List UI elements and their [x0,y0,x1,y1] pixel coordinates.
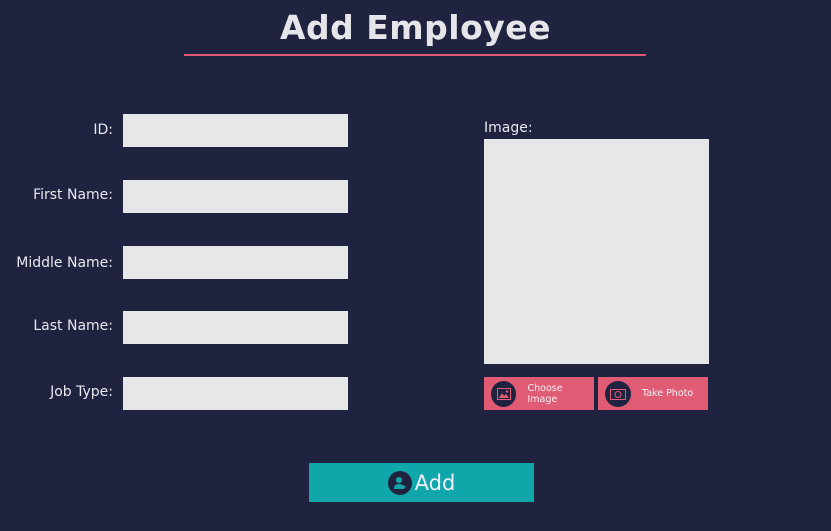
last-name-input[interactable] [123,311,348,344]
middle-name-label: Middle Name: [16,255,113,271]
id-input[interactable] [123,114,348,147]
camera-icon [605,380,631,407]
job-type-label: Job Type: [50,384,113,400]
add-button[interactable]: Add [309,463,534,502]
add-label: Add [414,470,456,495]
last-name-label: Last Name: [33,318,113,334]
take-photo-button[interactable]: Take Photo [598,377,708,410]
first-name-input[interactable] [123,180,348,213]
image-icon [491,380,517,407]
page-title: Add Employee [279,8,552,47]
take-photo-label: Take Photo [642,388,694,399]
title-underline [184,54,646,56]
image-label: Image: [484,120,533,136]
middle-name-input[interactable] [123,246,348,279]
image-preview [484,139,709,364]
id-label: ID: [93,122,113,138]
add-user-icon [387,470,412,495]
choose-image-label: Choose Image [527,382,563,405]
choose-image-button[interactable]: Choose Image [484,377,594,410]
first-name-label: First Name: [33,187,113,203]
job-type-input[interactable] [123,377,348,410]
